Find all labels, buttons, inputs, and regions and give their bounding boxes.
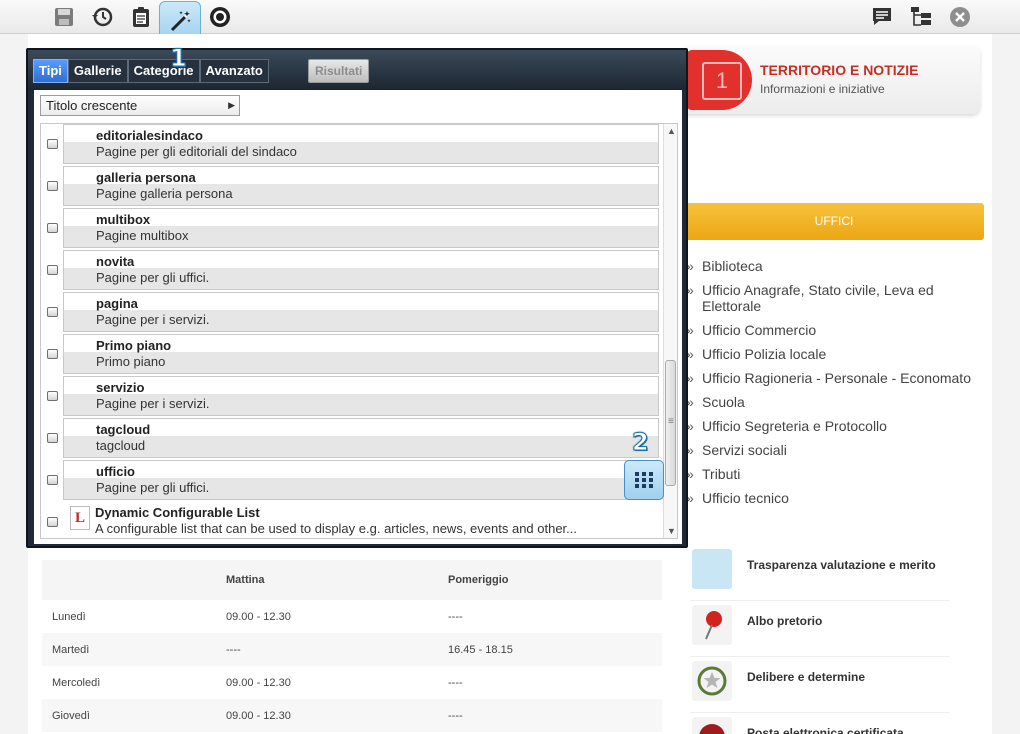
list-item[interactable]: multibox Pagine multibox <box>41 207 663 249</box>
uffici-link[interactable]: Tributi <box>686 466 986 482</box>
tab-gallerie[interactable]: Gallerie <box>67 59 128 83</box>
side-link-posta[interactable]: Posta elettronica certificata <box>690 713 950 734</box>
checkbox[interactable] <box>47 265 58 275</box>
table-row: Martedì ---- 16.45 - 18.15 <box>42 633 662 666</box>
close-icon[interactable] <box>945 2 975 32</box>
list-item[interactable]: ufficio Pagine per gli uffici. <box>41 459 663 501</box>
sort-dropdown[interactable]: Titolo crescente ▶ <box>40 95 240 116</box>
list-item[interactable]: L Dynamic Configurable List A configurabl… <box>41 501 663 538</box>
uffici-list: Biblioteca Ufficio Anagrafe, Stato civil… <box>686 258 986 514</box>
comment-icon[interactable] <box>867 2 897 32</box>
emblem-icon <box>692 661 732 701</box>
scroll-down-icon[interactable]: ▼ <box>667 526 676 536</box>
list-item[interactable]: pagina Pagine per i servizi. <box>41 291 663 333</box>
uffici-link[interactable]: Ufficio Ragioneria - Personale - Economa… <box>686 370 986 386</box>
seal-icon <box>692 717 732 734</box>
scrollbar-thumb[interactable]: ≡ <box>665 360 676 486</box>
history-icon[interactable] <box>87 2 117 32</box>
step-badge-1: 1 <box>170 44 188 73</box>
scroll-up-icon[interactable]: ▲ <box>667 126 676 136</box>
uffici-link[interactable]: Ufficio Polizia locale <box>686 346 986 362</box>
side-link-trasparenza[interactable]: Trasparenza valutazione e merito <box>690 545 950 601</box>
checkbox[interactable] <box>47 181 58 191</box>
pushpin-icon <box>692 605 732 645</box>
uffici-link[interactable]: Servizi sociali <box>686 442 986 458</box>
checkbox[interactable] <box>47 475 58 485</box>
table-header: Mattina <box>226 560 448 600</box>
house-icon <box>692 549 732 589</box>
list-item[interactable]: editorialesindaco Pagine per gli editoria… <box>41 124 663 165</box>
checkbox[interactable] <box>47 223 58 233</box>
side-link-delibere[interactable]: Delibere e determine <box>690 657 950 713</box>
tree-icon[interactable] <box>906 2 936 32</box>
promo-title[interactable]: TERRITORIO E NOTIZIE <box>760 62 918 78</box>
table-header: Pomeriggio <box>448 560 662 600</box>
content-type-dialog: Tipi Gallerie Categorie Avanzato Risulta… <box>26 48 688 548</box>
uffici-header: UFFICI <box>684 203 984 240</box>
table-header <box>42 560 226 600</box>
step-badge-2: 2 <box>632 428 650 457</box>
results-button[interactable]: Risultati <box>308 59 370 83</box>
dialog-tabs: Tipi Gallerie Categorie Avanzato <box>33 59 269 83</box>
calendar-icon: 1 <box>686 50 752 110</box>
tab-tipi[interactable]: Tipi <box>33 59 68 83</box>
list-item[interactable]: servizio Pagine per i servizi. <box>41 375 663 417</box>
tab-categorie[interactable]: Categorie <box>127 59 200 83</box>
target-icon[interactable] <box>205 2 235 32</box>
promo-subtitle: Informazioni e iniziative <box>760 82 885 96</box>
checkbox[interactable] <box>47 349 58 359</box>
uffici-link[interactable]: Biblioteca <box>686 258 986 274</box>
dialog-body: Titolo crescente ▶ editorialesindaco Pagi… <box>34 90 682 544</box>
caret-right-icon: ▶ <box>228 100 235 110</box>
document-icon: L <box>70 506 90 530</box>
table-row: Giovedì 09.00 - 12.30 ---- <box>42 699 662 732</box>
grid-icon <box>635 472 653 488</box>
orari-table: Mattina Pomeriggio Lunedì 09.00 - 12.30 --… <box>42 560 662 732</box>
table-row: Lunedì 09.00 - 12.30 ---- <box>52 610 463 623</box>
list-item[interactable]: galleria persona Pagine galleria persona <box>41 165 663 207</box>
list-item[interactable]: tagcloud tagcloud <box>41 417 663 459</box>
uffici-link[interactable]: Ufficio Segreteria e Protocollo <box>686 418 986 434</box>
top-toolbar <box>0 0 1020 41</box>
checkbox[interactable] <box>47 307 58 317</box>
side-links: Trasparenza valutazione e merito Albo pr… <box>690 545 950 734</box>
clipboard-icon[interactable] <box>126 2 156 32</box>
table-row: Mercoledì 09.00 - 12.30 ---- <box>52 676 463 689</box>
promo-box[interactable]: 1 TERRITORIO E NOTIZIE Informazioni e in… <box>680 46 980 114</box>
checkbox[interactable] <box>47 433 58 443</box>
dialog-header: Tipi Gallerie Categorie Avanzato Risulta… <box>28 50 686 90</box>
side-link-albo[interactable]: Albo pretorio <box>690 601 950 657</box>
save-icon[interactable] <box>49 2 79 32</box>
tab-avanzato[interactable]: Avanzato <box>199 59 269 83</box>
list-item[interactable]: novita Pagine per gli uffici. <box>41 249 663 291</box>
checkbox[interactable] <box>47 391 58 401</box>
list-item[interactable]: Primo piano Primo piano <box>41 333 663 375</box>
checkbox[interactable] <box>47 139 58 149</box>
uffici-link[interactable]: Ufficio tecnico <box>686 490 986 506</box>
uffici-link[interactable]: Scuola <box>686 394 986 410</box>
sort-dropdown-label: Titolo crescente <box>46 98 138 113</box>
checkbox[interactable] <box>47 517 58 527</box>
list-scrollbar[interactable]: ▲ ≡ ▼ <box>663 124 677 538</box>
uffici-link[interactable]: Ufficio Commercio <box>686 322 986 338</box>
uffici-link[interactable]: Ufficio Anagrafe, Stato civile, Leva ed … <box>686 282 986 314</box>
type-list[interactable]: editorialesindaco Pagine per gli editoria… <box>40 123 678 539</box>
grid-menu-button[interactable] <box>624 460 664 500</box>
